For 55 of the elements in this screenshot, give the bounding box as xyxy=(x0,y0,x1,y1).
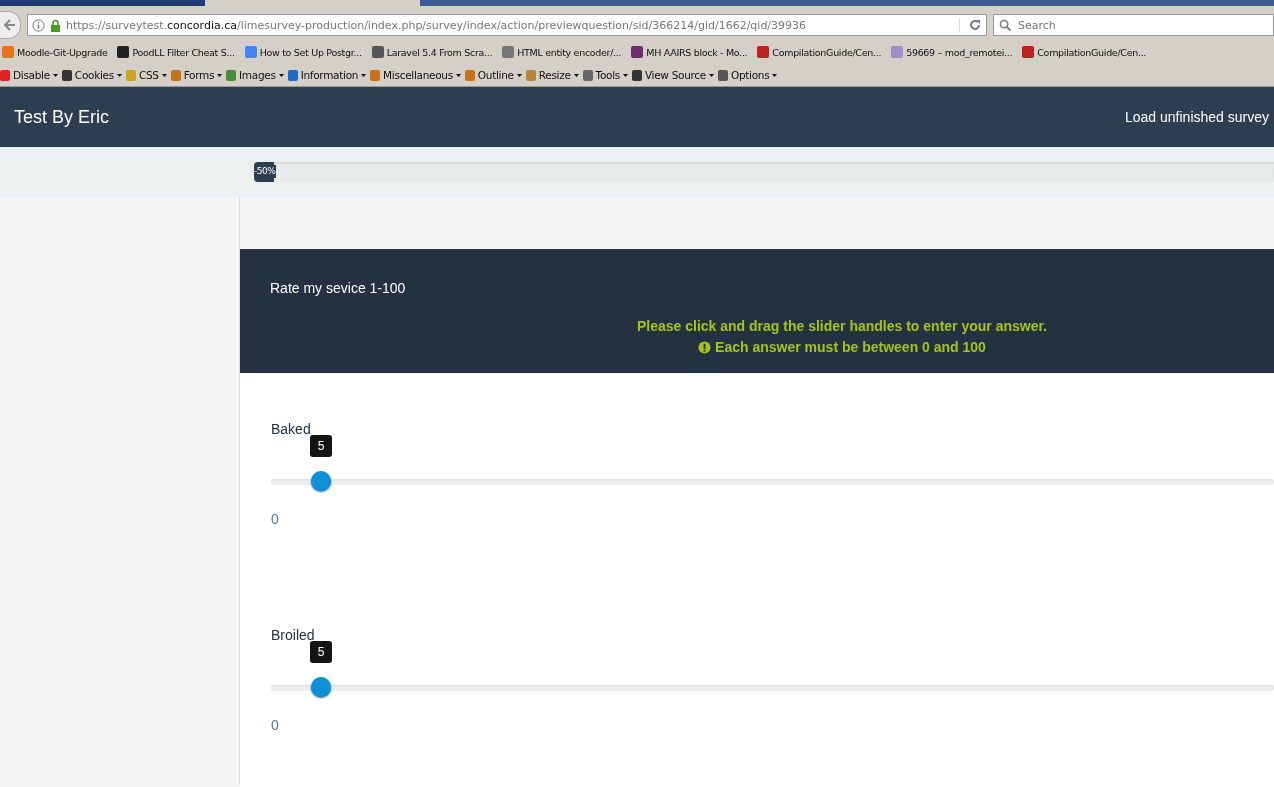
lock-icon xyxy=(50,18,61,32)
warning-text: Each answer must be between 0 and 100 xyxy=(715,338,986,357)
caret-icon xyxy=(455,73,461,77)
toolbar-menu[interactable]: Cookies xyxy=(61,69,122,81)
caret-icon xyxy=(361,73,367,77)
address-bar[interactable]: https://surveytest.concordia.ca/limesurvey-production/index.php/survey/index/action/previewquestion/sid/366214/gid/1662/qid/39936 xyxy=(27,14,987,36)
survey-title: Test By Eric xyxy=(14,106,110,128)
slider-label: Broiled xyxy=(271,627,316,643)
toolbar-menu[interactable]: Options xyxy=(717,69,778,81)
toolbar-menu[interactable]: Disable xyxy=(0,69,58,81)
question-text: Rate my sevice 1-100 xyxy=(270,280,407,296)
caret-icon xyxy=(217,73,223,77)
caret-icon xyxy=(116,73,122,77)
toolbar-menu[interactable]: Information xyxy=(287,69,367,81)
toolbar-menu[interactable]: Images xyxy=(226,69,284,81)
slider-handle[interactable] xyxy=(311,471,332,491)
bookmark-link[interactable]: How to Set Up Postgr... xyxy=(244,46,362,58)
toolbar-menu[interactable]: Outline xyxy=(464,69,522,81)
search-field[interactable]: Search xyxy=(993,14,1274,36)
slider-tooltip: 5 xyxy=(310,435,333,457)
slider-label: Baked xyxy=(271,421,312,437)
caret-icon xyxy=(161,73,167,77)
bookmark-link[interactable]: PoodLL Filter Cheat S... xyxy=(117,46,235,58)
slider-tooltip: 5 xyxy=(310,641,333,663)
slider-min-label: 0 xyxy=(271,511,280,527)
url-text: https://surveytest.concordia.ca/limesurvey-production/index.php/survey/index/action/previewquestion/sid/366214/gid/1662/qid/39936 xyxy=(66,18,808,32)
slider-handle[interactable] xyxy=(311,677,332,697)
caret-icon xyxy=(573,73,579,77)
caret-icon xyxy=(278,73,284,77)
load-survey-link[interactable]: Load unfinished survey xyxy=(1125,109,1269,125)
bookmark-link[interactable]: Laravel 5.4 From Scra... xyxy=(371,46,493,58)
caret-icon xyxy=(516,73,522,77)
bookmark-link[interactable]: Moodle-Git-Upgrade xyxy=(2,46,108,58)
toolbar-menu[interactable]: Forms xyxy=(170,69,223,81)
question-hint: Please click and drag the slider handles to enter your answer. xyxy=(635,317,1048,336)
caret-icon xyxy=(772,73,778,77)
bookmark-link[interactable]: 59669 – mod_remotei... xyxy=(891,46,1013,58)
bookmark-link[interactable]: HTML entity encoder/... xyxy=(502,46,622,58)
toolbar-menu[interactable]: Tools xyxy=(582,69,628,81)
bookmark-link[interactable]: CompilationGuide/Cen... xyxy=(757,46,882,58)
caret-icon xyxy=(622,73,628,77)
caret-icon xyxy=(708,73,714,77)
toolbar-menu[interactable]: Resize xyxy=(525,69,579,81)
slider-min-label: 0 xyxy=(271,717,280,733)
warning-icon xyxy=(698,341,712,354)
progress-label: -50% xyxy=(254,165,277,178)
info-icon xyxy=(32,18,45,32)
bookmark-link[interactable]: CompilationGuide/Cen... xyxy=(1022,46,1147,58)
caret-icon xyxy=(52,73,58,77)
toolbar-menu[interactable]: View Source xyxy=(631,69,714,81)
reload-icon[interactable] xyxy=(959,18,982,32)
toolbar-menu[interactable]: CSS xyxy=(125,69,167,81)
bookmark-link[interactable]: MH AAIRS block - Mo... xyxy=(631,46,748,58)
back-icon[interactable] xyxy=(0,11,21,39)
toolbar-menu[interactable]: Miscellaneous xyxy=(370,69,461,81)
